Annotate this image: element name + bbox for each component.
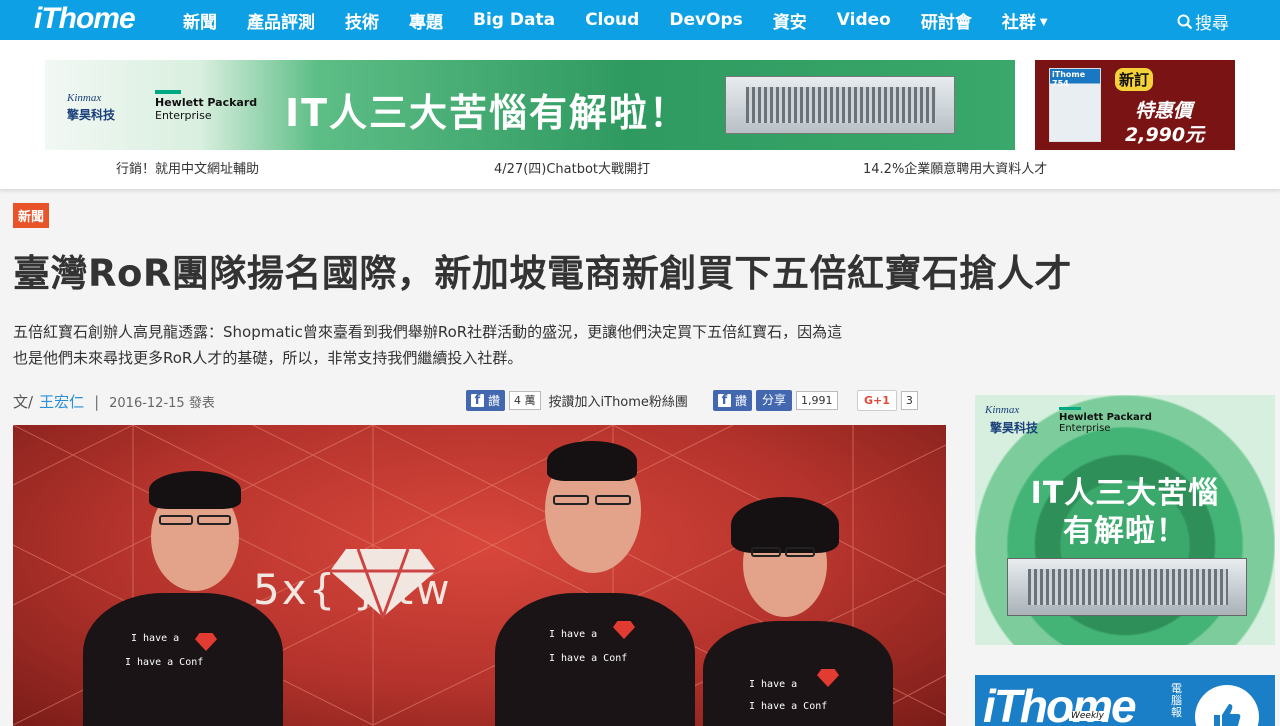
hpe-line1: Hewlett Packard [1059,412,1152,423]
banner-headline: IT人三大苦惱有解啦！ [285,91,690,135]
search-button[interactable]: 搜尋 [1177,9,1229,34]
article-summary: 五倍紅寶石創辦人高見龍透露：Shopmatic曾來臺看到我們舉辦RoR社群活動的… [13,323,843,367]
promo-price: 2,990元 [1125,124,1205,146]
nav-item-news[interactable]: 新聞 [183,8,217,33]
glasses-icon [785,547,815,557]
nav-item-community[interactable]: 社群 ▼ [1002,8,1048,33]
header-link[interactable]: 14.2%企業願意聘用大資料人才 [863,158,1047,177]
kinmax-name: 擎昊科技 [67,108,116,122]
author-link[interactable]: 王宏仁 [39,391,84,412]
fb-article-widget: f讚 分享 1,991 [713,389,838,411]
sidebar-ad-headline-line1: IT人三大苦惱 [1030,476,1220,511]
category-tag[interactable]: 新聞 [13,203,50,228]
sidebar-ad-hpe[interactable]: Kinmax 擎昊科技 Hewlett Packard Enterprise IT… [975,395,1275,645]
sidebar-ad-headline-line2: 有解啦！ [1063,514,1187,549]
sidebar-ad-headline: IT人三大苦惱 有解啦！ [975,475,1275,551]
nav-item-seminar[interactable]: 研討會 [921,8,972,33]
nav-item-cloud[interactable]: Cloud [585,10,639,30]
shirt-text: I have a Conf [549,653,628,664]
kinmax-logo: Kinmax [985,404,1020,416]
weekly-label: Weekly [1069,711,1107,721]
fb-share-button[interactable]: 分享 [756,389,793,411]
nav-item-tech[interactable]: 技術 [345,8,379,33]
server-image [1007,558,1247,616]
glasses-icon [197,515,231,525]
header-link[interactable]: 行銷！就用中文網址輔助 [116,158,259,177]
fb-like-label: 讚 [735,393,748,408]
byline-divider: | [94,392,100,411]
shirt-text: I have a Conf [125,657,204,668]
gplus-button[interactable]: G+1 [857,389,897,411]
shirt-text: I have a [749,679,798,690]
caret-down-icon: ▼ [1039,17,1048,28]
nav-item-devops[interactable]: DevOps [669,10,742,30]
fan-page-text: 按讚加入iThome粉絲團 [548,394,688,410]
site-logo[interactable]: iThome [34,2,136,36]
fb-like-label: 讚 [488,393,501,408]
banner-logo-area: Kinmax 擎昊科技 Hewlett Packard Enterprise [45,60,260,150]
share-count: 1,991 [796,390,838,410]
fb-like-count: 4 萬 [509,390,541,410]
byline: 文/ 王宏仁 | 2016-12-15 發表 [13,391,215,412]
nav-menu: 新聞 產品評測 技術 專題 Big Data Cloud DevOps 資安 V… [183,0,1078,40]
person-left-hair [149,471,241,509]
search-icon [1177,14,1193,29]
search-label: 搜尋 [1195,14,1229,34]
promo-label: 特惠價 [1135,100,1193,122]
fb-like-article-button[interactable]: f讚 [713,389,753,411]
hpe-logo: Hewlett Packard Enterprise [1059,412,1152,434]
banner-ad-main[interactable]: Kinmax 擎昊科技 Hewlett Packard Enterprise IT… [45,60,1015,150]
publish-date: 2016-12-15 發表 [109,396,215,411]
shirt-text: I have a Conf [749,701,828,712]
magazine-title: iThome 754 [1052,70,1086,88]
ithome-logo: iThome [983,680,1137,726]
nav-item-topics[interactable]: 專題 [409,8,443,33]
glasses-icon [159,515,193,525]
hpe-logo: Hewlett Packard Enterprise [155,96,257,122]
hpe-line2: Enterprise [155,109,212,122]
server-image [725,76,955,134]
hpe-logo-bar [1059,407,1081,410]
nav-item-bigdata[interactable]: Big Data [473,10,555,30]
nav-item-reviews[interactable]: 產品評測 [247,8,315,33]
fb-like-button[interactable]: f讚 [466,389,506,411]
kinmax-name: 擎昊科技 [990,421,1039,435]
hpe-line2: Enterprise [1059,423,1111,434]
header-link[interactable]: 4/27(四)Chatbot大戰開打 [494,158,650,177]
nav-item-video[interactable]: Video [837,10,891,30]
gplus-count: 3 [900,390,918,410]
sidebar-ad-ithome-weekly[interactable]: iThome Weekly 電腦報 [975,675,1275,726]
hpe-line1: Hewlett Packard [155,96,258,109]
nav-item-security[interactable]: 資安 [773,8,807,33]
header-links: 行銷！就用中文網址輔助 4/27(四)Chatbot大戰開打 14.2%企業願意… [0,158,1280,178]
magazine-cover: iThome 754 [1049,68,1101,142]
article-photo: 5x{ }·tw I have a I have a Conf I have a… [13,425,946,726]
shirt-text: I have a [549,629,598,640]
top-nav: iThome 新聞 產品評測 技術 專題 Big Data Cloud DevO… [0,0,1280,40]
glasses-icon [751,547,781,557]
glasses-icon [553,495,589,505]
header-band: Kinmax 擎昊科技 Hewlett Packard Enterprise IT… [0,40,1280,190]
glasses-icon [595,495,631,505]
hpe-logo-bar [155,90,181,94]
article-title: 臺灣RoR團隊揚名國際，新加坡電商新創買下五倍紅寶石搶人才 [13,252,1072,295]
facebook-icon: f [718,393,731,407]
banner-ad-magazine[interactable]: iThome 754 新訂 特惠價 2,990元 [1035,60,1235,150]
fb-fanpage-widget: f讚 4 萬 按讚加入iThome粉絲團 [466,389,688,411]
nav-item-community-label: 社群 [1001,12,1036,33]
facebook-icon: f [471,393,484,407]
shirt-text: I have a [131,633,180,644]
weekly-cn-label: 電腦報 [1171,682,1182,719]
kinmax-logo: Kinmax [67,92,102,104]
person-right-hair [731,497,839,553]
thumbs-up-icon [1195,685,1259,726]
ruby-gem-icon [330,548,436,619]
new-badge: 新訂 [1115,68,1154,91]
person-middle-hair [547,441,637,481]
byline-prefix: 文/ [13,393,34,411]
gplus-widget: G+1 3 [857,389,918,411]
